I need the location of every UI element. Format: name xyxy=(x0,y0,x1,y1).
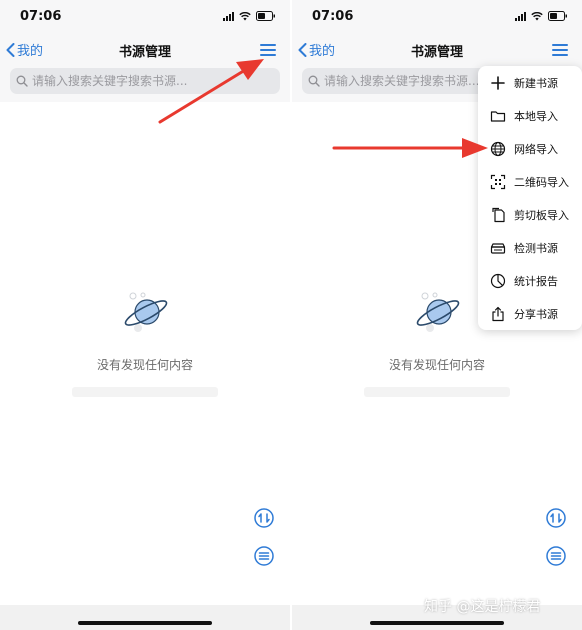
home-indicator[interactable] xyxy=(78,621,212,625)
menu-item-stats-report[interactable]: 统计报告 xyxy=(478,264,582,297)
planet-icon xyxy=(416,292,460,332)
menu-item-check-sources[interactable]: 检测书源 xyxy=(478,231,582,264)
home-indicator[interactable] xyxy=(370,621,504,625)
menu-item-network-import[interactable]: 网络导入 xyxy=(478,132,582,165)
watermark: 知乎 @这是柠檬君 xyxy=(424,599,541,615)
search-icon xyxy=(16,75,28,87)
menu-button[interactable] xyxy=(260,44,276,56)
blurred-text xyxy=(364,387,510,397)
signal-icon xyxy=(223,11,234,21)
blurred-text xyxy=(72,387,218,397)
folder-icon xyxy=(490,110,506,122)
wifi-icon xyxy=(531,11,543,21)
menu-item-label: 统计报告 xyxy=(514,274,558,288)
sort-button[interactable] xyxy=(546,508,566,528)
screen-left: 07:06 我的 书源管理 请输入搜索关键字搜索书源... 没有发现任何内容 xyxy=(0,0,290,630)
empty-message: 没有发现任何内容 xyxy=(388,358,485,372)
battery-icon xyxy=(548,11,568,21)
dropdown-menu: 新建书源 本地导入 网络导入 二维码导入 剪切板导入 检测书源 统计报告 分享书… xyxy=(478,66,582,330)
search-bar[interactable] xyxy=(10,68,280,94)
planet-icon xyxy=(124,292,168,332)
scanner-icon xyxy=(490,242,506,254)
status-bar: 07:06 xyxy=(0,0,290,32)
share-icon xyxy=(492,306,504,321)
page-title: 书源管理 xyxy=(410,45,463,60)
plus-icon xyxy=(491,75,505,90)
status-time: 07:06 xyxy=(20,9,62,24)
menu-button[interactable] xyxy=(552,44,568,56)
list-button[interactable] xyxy=(254,546,274,566)
menu-item-share-sources[interactable]: 分享书源 xyxy=(478,297,582,330)
menu-item-label: 分享书源 xyxy=(514,307,558,321)
wifi-icon xyxy=(239,11,251,21)
bottom-area xyxy=(0,605,290,630)
nav-bar: 我的 书源管理 xyxy=(0,32,290,66)
sort-button[interactable] xyxy=(254,508,274,528)
qr-scan-icon xyxy=(490,174,506,189)
globe-icon xyxy=(490,141,506,156)
menu-item-label: 检测书源 xyxy=(514,241,558,255)
search-input[interactable] xyxy=(32,74,262,88)
status-time: 07:06 xyxy=(312,9,354,24)
signal-icon xyxy=(515,11,526,21)
battery-icon xyxy=(256,11,276,21)
menu-item-label: 本地导入 xyxy=(514,109,558,123)
empty-state: 没有发现任何内容 xyxy=(0,290,290,397)
search-icon xyxy=(308,75,320,87)
nav-bar: 我的 书源管理 xyxy=(292,32,582,66)
page-title: 书源管理 xyxy=(118,45,171,60)
menu-item-new-source[interactable]: 新建书源 xyxy=(478,66,582,99)
list-button[interactable] xyxy=(546,546,566,566)
status-bar: 07:06 xyxy=(292,0,582,32)
menu-item-clipboard-import[interactable]: 剪切板导入 xyxy=(478,198,582,231)
pie-chart-icon xyxy=(490,273,506,288)
empty-message: 没有发现任何内容 xyxy=(96,358,193,372)
screen-right: 07:06 我的 书源管理 请输入搜索关键字搜索书源... 没有发现任何内容 新… xyxy=(292,0,582,630)
menu-item-local-import[interactable]: 本地导入 xyxy=(478,99,582,132)
clipboard-icon xyxy=(492,207,505,222)
search-area xyxy=(0,66,290,102)
status-icons xyxy=(223,11,276,21)
menu-item-label: 二维码导入 xyxy=(514,175,569,189)
menu-item-label: 剪切板导入 xyxy=(514,208,569,222)
menu-item-qr-import[interactable]: 二维码导入 xyxy=(478,165,582,198)
menu-item-label: 网络导入 xyxy=(514,142,558,156)
status-icons xyxy=(515,11,568,21)
menu-item-label: 新建书源 xyxy=(514,76,558,90)
